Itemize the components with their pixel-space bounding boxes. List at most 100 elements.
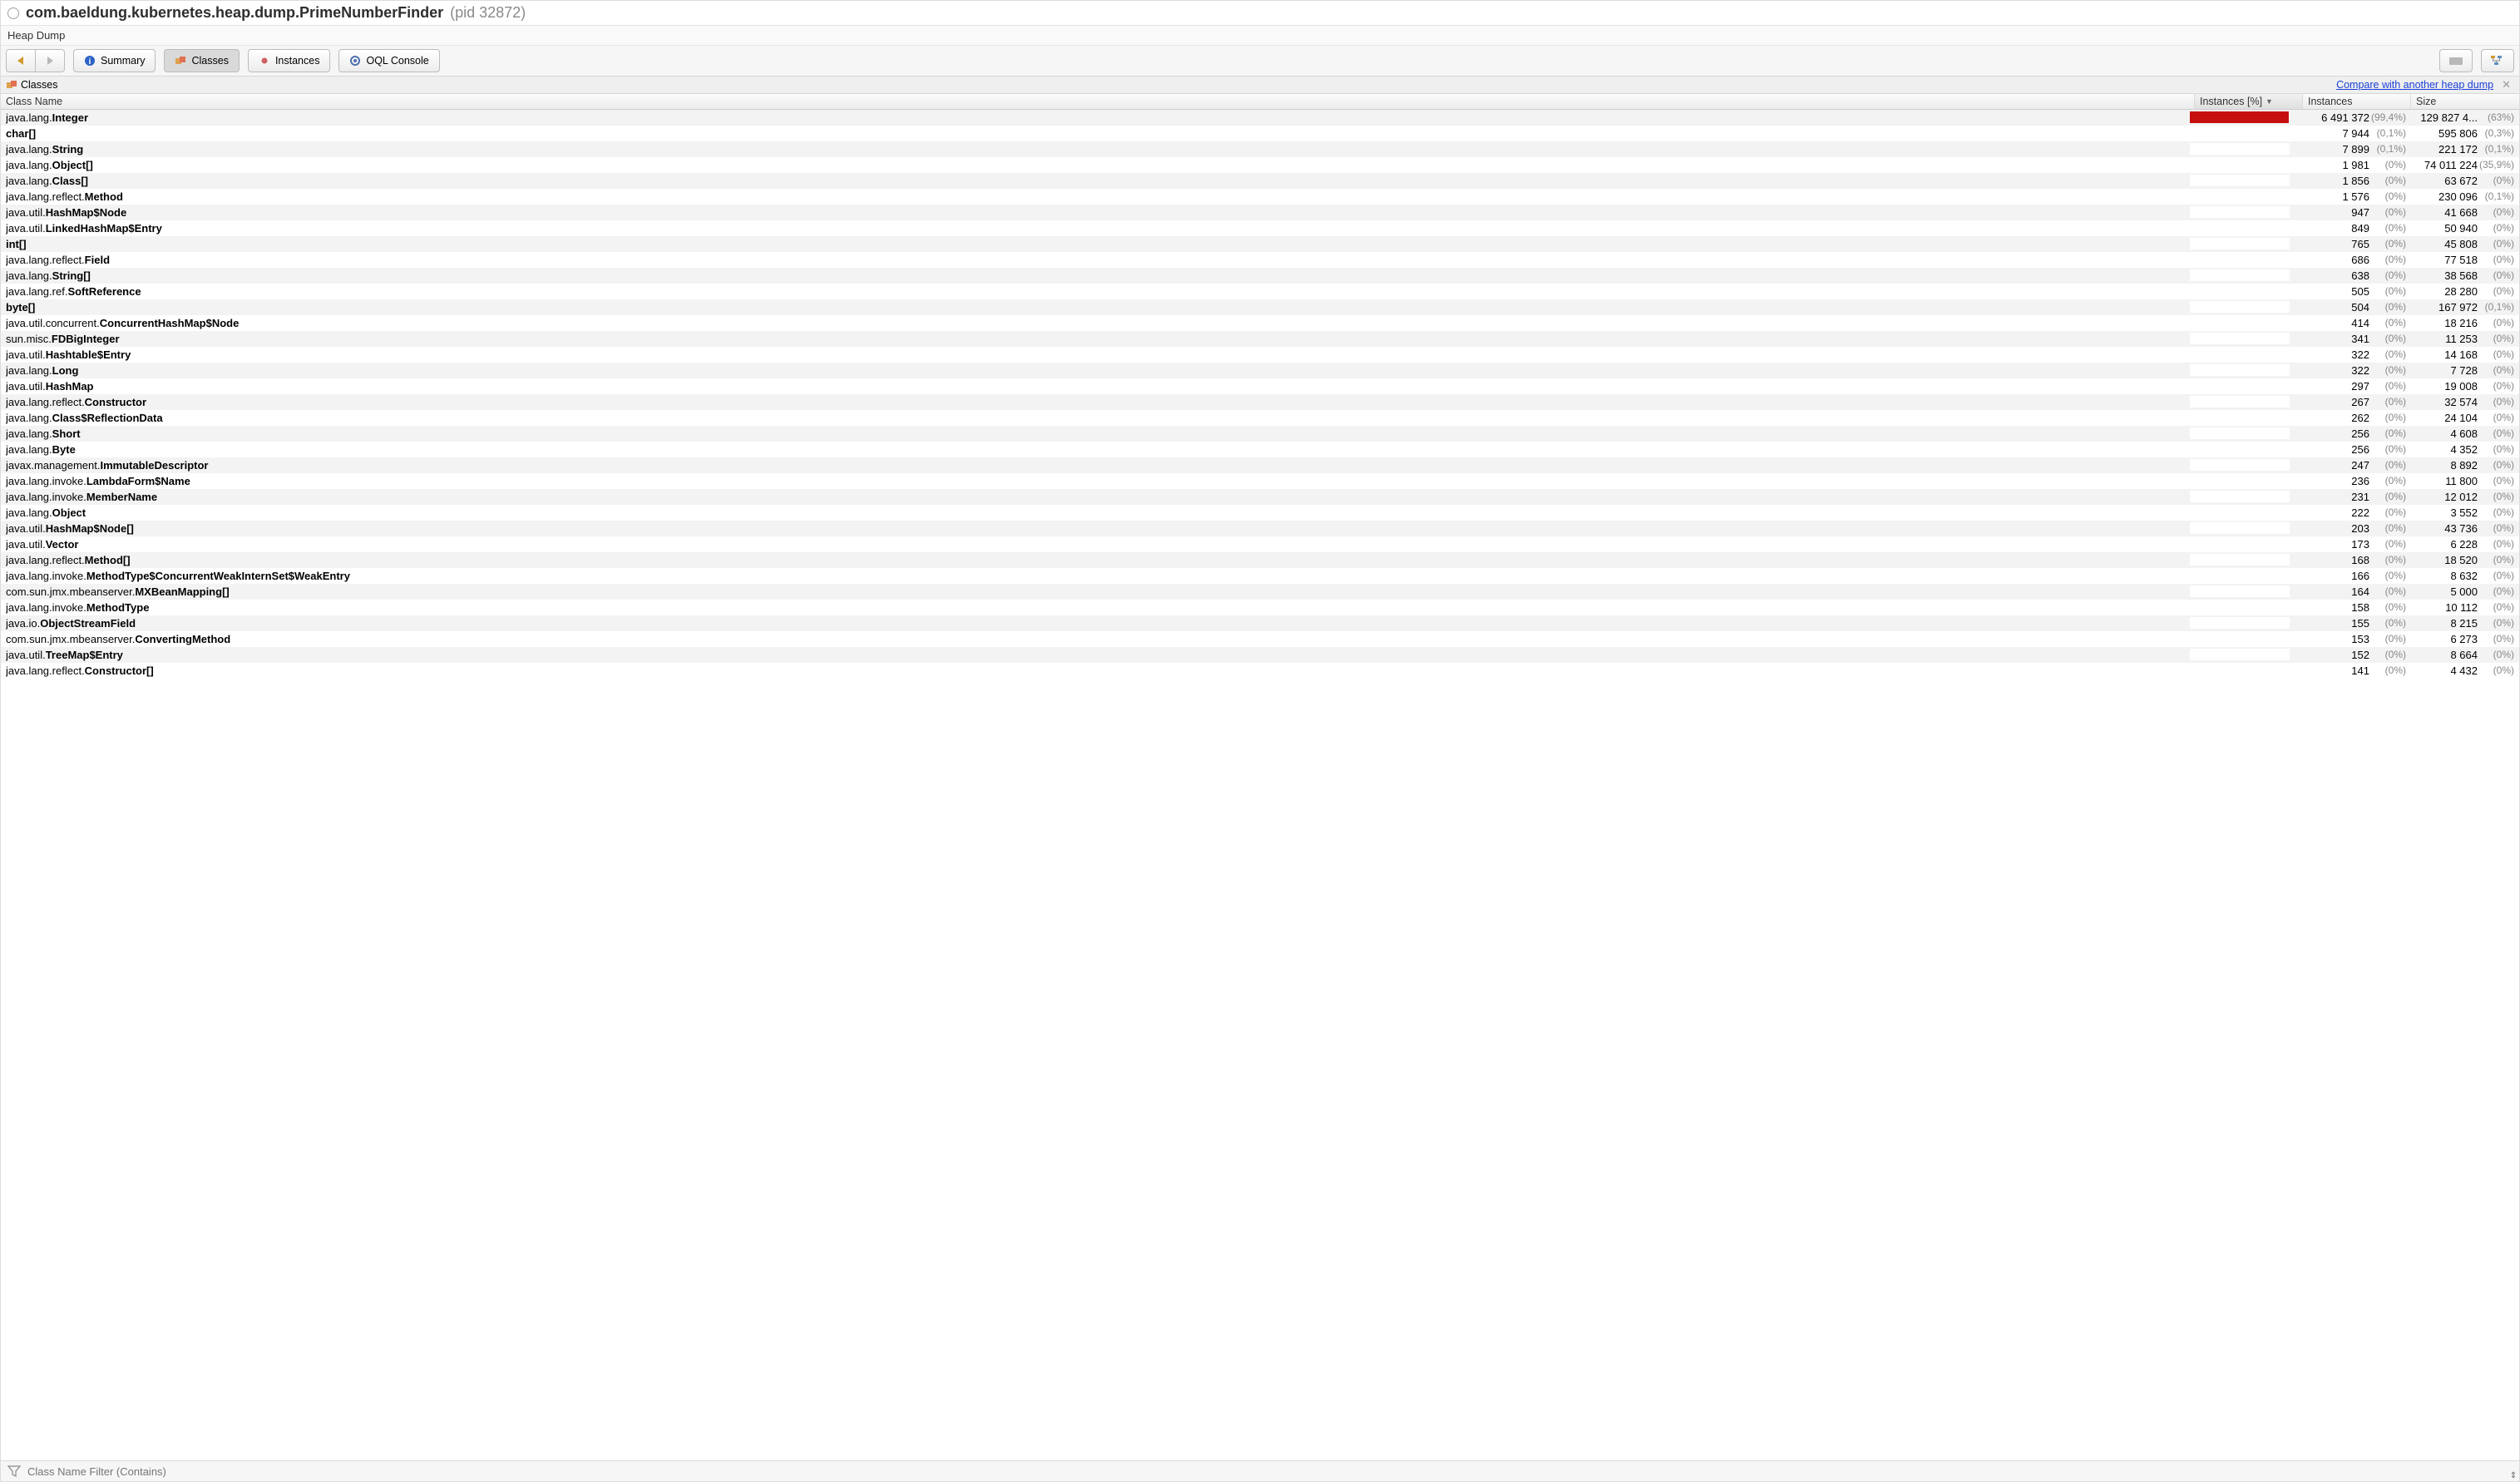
- instances-pct-cell: (0%): [2369, 190, 2406, 202]
- class-name-cell: java.lang.invoke.MemberName: [6, 491, 2190, 503]
- table-row[interactable]: java.lang.reflect.Field686(0%)77 518(0%): [1, 252, 2519, 268]
- table-row[interactable]: java.util.LinkedHashMap$Entry849(0%)50 9…: [1, 220, 2519, 236]
- table-row[interactable]: java.lang.invoke.LambdaForm$Name236(0%)1…: [1, 473, 2519, 489]
- col-size[interactable]: Size: [2411, 94, 2519, 109]
- instances-pct-cell: (0%): [2369, 570, 2406, 581]
- pct-bar-cell: [2190, 491, 2298, 502]
- table-row[interactable]: java.lang.Long322(0%)7 728(0%): [1, 363, 2519, 378]
- class-name-cell: javax.management.ImmutableDescriptor: [6, 459, 2190, 472]
- instances-button[interactable]: Instances: [248, 49, 331, 72]
- size-cell: 5 000: [2406, 585, 2478, 598]
- table-row[interactable]: java.lang.invoke.MethodType$ConcurrentWe…: [1, 568, 2519, 584]
- classes-icon: [6, 79, 17, 91]
- table-row[interactable]: java.lang.Class$ReflectionData262(0%)24 …: [1, 410, 2519, 426]
- table-row[interactable]: char[]7 944(0,1%)595 806(0,3%): [1, 126, 2519, 141]
- resize-handle-icon[interactable]: ⇕: [2507, 1469, 2520, 1482]
- table-row[interactable]: java.lang.Class[]1 856(0%)63 672(0%): [1, 173, 2519, 189]
- instances-cell: 256: [2298, 443, 2369, 456]
- table-row[interactable]: java.lang.Object222(0%)3 552(0%): [1, 505, 2519, 521]
- table-row[interactable]: com.sun.jmx.mbeanserver.MXBeanMapping[]1…: [1, 584, 2519, 600]
- compare-link[interactable]: Compare with another heap dump: [2336, 79, 2493, 91]
- snapshot-button[interactable]: [2439, 49, 2473, 72]
- table-row[interactable]: java.lang.Byte256(0%)4 352(0%): [1, 442, 2519, 457]
- table-row[interactable]: java.lang.reflect.Method1 576(0%)230 096…: [1, 189, 2519, 205]
- class-name-cell: java.lang.Object: [6, 506, 2190, 519]
- instances-pct-cell: (0%): [2369, 238, 2406, 249]
- section-label: Classes: [21, 79, 57, 91]
- tree-view-button[interactable]: [2481, 49, 2514, 72]
- table-row[interactable]: java.lang.invoke.MemberName231(0%)12 012…: [1, 489, 2519, 505]
- size-cell: 28 280: [2406, 285, 2478, 298]
- pct-bar-cell: [2190, 238, 2298, 249]
- instances-pct-cell: (0%): [2369, 333, 2406, 344]
- class-name-cell: java.lang.ref.SoftReference: [6, 285, 2190, 298]
- class-filter-input[interactable]: [27, 1465, 2513, 1478]
- table-row[interactable]: java.util.concurrent.ConcurrentHashMap$N…: [1, 315, 2519, 331]
- table-row[interactable]: java.lang.Integer6 491 372(99,4%)129 827…: [1, 110, 2519, 126]
- size-pct-cell: (0,1%): [2478, 143, 2514, 155]
- table-row[interactable]: java.util.Vector173(0%)6 228(0%): [1, 536, 2519, 552]
- table-row[interactable]: java.util.TreeMap$Entry152(0%)8 664(0%): [1, 647, 2519, 663]
- table-row[interactable]: com.sun.jmx.mbeanserver.ConvertingMethod…: [1, 631, 2519, 647]
- size-cell: 18 216: [2406, 317, 2478, 329]
- col-instances[interactable]: Instances: [2303, 94, 2411, 109]
- table: Class Name Instances [%] ▼ Instances Siz…: [1, 94, 2519, 1460]
- table-row[interactable]: java.util.HashMap$Node[]203(0%)43 736(0%…: [1, 521, 2519, 536]
- size-cell: 43 736: [2406, 522, 2478, 535]
- class-name-cell: java.lang.invoke.LambdaForm$Name: [6, 475, 2190, 487]
- table-row[interactable]: java.lang.reflect.Constructor[]141(0%)4 …: [1, 663, 2519, 679]
- table-row[interactable]: java.lang.reflect.Method[]168(0%)18 520(…: [1, 552, 2519, 568]
- classes-button[interactable]: Classes: [164, 49, 239, 72]
- instances-pct-cell: (0%): [2369, 506, 2406, 518]
- oql-console-button[interactable]: OQL Console: [338, 49, 439, 72]
- col-instances-pct[interactable]: Instances [%] ▼: [2195, 94, 2303, 109]
- table-row[interactable]: java.util.HashMap297(0%)19 008(0%): [1, 378, 2519, 394]
- instances-pct-cell: (0%): [2369, 601, 2406, 613]
- table-row[interactable]: java.lang.ref.SoftReference505(0%)28 280…: [1, 284, 2519, 299]
- col-class-name[interactable]: Class Name: [1, 94, 2195, 109]
- forward-button[interactable]: [36, 49, 65, 72]
- summary-button[interactable]: i Summary: [73, 49, 156, 72]
- table-row[interactable]: java.lang.Object[]1 981(0%)74 011 224(35…: [1, 157, 2519, 173]
- pct-bar-cell: [2190, 111, 2298, 123]
- table-row[interactable]: java.lang.String[]638(0%)38 568(0%): [1, 268, 2519, 284]
- instances-cell: 155: [2298, 617, 2369, 630]
- size-pct-cell: (0%): [2478, 617, 2514, 629]
- pct-bar-cell: [2190, 333, 2298, 344]
- instances-cell: 686: [2298, 254, 2369, 266]
- table-row[interactable]: int[]765(0%)45 808(0%): [1, 236, 2519, 252]
- size-pct-cell: (0%): [2478, 585, 2514, 597]
- pct-bar-cell: [2190, 664, 2298, 676]
- table-row[interactable]: java.lang.invoke.MethodType158(0%)10 112…: [1, 600, 2519, 615]
- pct-bar-cell: [2190, 570, 2298, 581]
- arrow-right-icon: [44, 55, 56, 67]
- back-button[interactable]: [6, 49, 36, 72]
- pct-bar-cell: [2190, 475, 2298, 487]
- size-cell: 19 008: [2406, 380, 2478, 393]
- instances-cell: 236: [2298, 475, 2369, 487]
- close-icon[interactable]: ✕: [2498, 78, 2514, 91]
- table-row[interactable]: java.io.ObjectStreamField155(0%)8 215(0%…: [1, 615, 2519, 631]
- class-name-cell: java.lang.String: [6, 143, 2190, 156]
- table-row[interactable]: java.util.HashMap$Node947(0%)41 668(0%): [1, 205, 2519, 220]
- class-name-cell: java.lang.Object[]: [6, 159, 2190, 171]
- instances-pct-cell: (0%): [2369, 175, 2406, 186]
- oql-icon: [349, 55, 361, 67]
- size-cell: 12 012: [2406, 491, 2478, 503]
- table-row[interactable]: java.util.Hashtable$Entry322(0%)14 168(0…: [1, 347, 2519, 363]
- instances-cell: 256: [2298, 427, 2369, 440]
- table-row[interactable]: javax.management.ImmutableDescriptor247(…: [1, 457, 2519, 473]
- instances-cell: 152: [2298, 649, 2369, 661]
- table-row[interactable]: byte[]504(0%)167 972(0,1%): [1, 299, 2519, 315]
- instances-pct-cell: (0%): [2369, 664, 2406, 676]
- instances-cell: 231: [2298, 491, 2369, 503]
- table-row[interactable]: java.lang.String7 899(0,1%)221 172(0,1%): [1, 141, 2519, 157]
- table-row[interactable]: sun.misc.FDBigInteger341(0%)11 253(0%): [1, 331, 2519, 347]
- instances-pct-cell: (0%): [2369, 443, 2406, 455]
- table-row[interactable]: java.lang.reflect.Constructor267(0%)32 5…: [1, 394, 2519, 410]
- table-row[interactable]: java.lang.Short256(0%)4 608(0%): [1, 426, 2519, 442]
- size-pct-cell: (0,1%): [2478, 190, 2514, 202]
- size-cell: 167 972: [2406, 301, 2478, 314]
- instances-pct-cell: (0%): [2369, 617, 2406, 629]
- size-pct-cell: (0%): [2478, 364, 2514, 376]
